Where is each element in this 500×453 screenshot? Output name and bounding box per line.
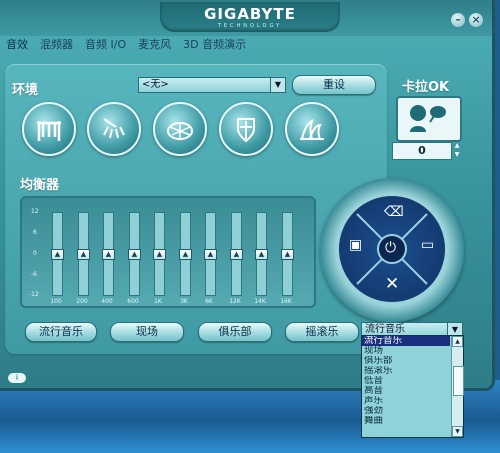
minimize-button[interactable]: – — [451, 13, 465, 27]
eq-freq-label: 600 — [127, 298, 139, 305]
preset-live-button[interactable]: 现场 — [110, 322, 184, 342]
armor-icon — [237, 118, 255, 143]
eq-slider-thumb[interactable]: ▲ — [281, 249, 294, 260]
tab-3d-demo[interactable]: 3D 音频演示 — [177, 36, 252, 54]
db-label: -6 — [31, 271, 37, 278]
eq-slider-thumb[interactable]: ▲ — [179, 249, 192, 260]
scroll-down-icon[interactable]: ▼ — [452, 426, 463, 437]
audio-manager-window: GIGABYTE TECHNOLOGY – × 音效 混频器 音频 I/O 麦克… — [0, 0, 495, 391]
shower-icon — [103, 118, 125, 139]
dropdown-option[interactable]: 摇滚乐 — [362, 366, 450, 376]
preset-pop-button[interactable]: 流行音乐 — [25, 322, 97, 342]
save-icon[interactable]: ▣ — [349, 237, 362, 253]
dropdown-option[interactable]: 声乐 — [362, 396, 450, 406]
open-folder-icon[interactable]: ▭ — [421, 237, 434, 253]
eq-freq-label: 400 — [101, 298, 113, 305]
environment-select-value: <无> — [142, 79, 169, 90]
environment-title: 环境 — [12, 83, 39, 98]
info-icon[interactable]: i — [8, 373, 26, 383]
dropdown-option[interactable]: 低音 — [362, 376, 450, 386]
dropdown-option[interactable]: 高音 — [362, 386, 450, 396]
env-shower-button[interactable] — [87, 102, 141, 156]
db-label: 12 — [31, 208, 39, 215]
eq-slider-thumb[interactable]: ▲ — [77, 249, 90, 260]
preset-club-button[interactable]: 俱乐部 — [198, 322, 272, 342]
power-icon[interactable]: ⏻ — [385, 240, 396, 256]
eq-preset-dropdown-list: 流行音乐 现场 俱乐部 摇滚乐 低音 高音 声乐 强劲 舞曲 ▲ ▼ — [361, 335, 464, 438]
close-button[interactable]: × — [469, 13, 483, 27]
tab-microphone[interactable]: 麦克风 — [132, 36, 177, 54]
environment-select[interactable]: <无> ▼ — [138, 77, 286, 93]
eq-freq-label: 100 — [50, 298, 62, 305]
dropdown-option[interactable]: 流行音乐 — [362, 336, 450, 346]
eq-slider-thumb[interactable]: ▲ — [255, 249, 268, 260]
eq-slider-thumb[interactable]: ▲ — [230, 249, 243, 260]
db-label: 6 — [33, 229, 37, 236]
preset-rock-button[interactable]: 摇滚乐 — [285, 322, 359, 342]
stadium-icon — [167, 122, 193, 140]
opera-house-icon — [300, 119, 324, 140]
karaoke-down-icon[interactable]: ▼ — [452, 151, 462, 159]
karaoke-up-icon[interactable]: ▲ — [452, 142, 462, 150]
eq-freq-label: 1K — [154, 298, 162, 305]
scroll-thumb[interactable] — [453, 366, 464, 396]
eq-slider-thumb[interactable]: ▲ — [153, 249, 166, 260]
tab-mixer[interactable]: 混频器 — [34, 36, 79, 54]
title-bar: GIGABYTE TECHNOLOGY – × — [0, 0, 492, 36]
karaoke-singer-icon — [410, 105, 446, 132]
eraser-icon[interactable]: ⌫ — [384, 204, 404, 220]
db-label: -12 — [29, 291, 39, 298]
dropdown-option[interactable]: 俱乐部 — [362, 356, 450, 366]
db-label: 0 — [33, 250, 37, 257]
eq-freq-label: 14K — [254, 298, 266, 305]
equalizer-box — [20, 196, 316, 308]
eq-slider-thumb[interactable]: ▲ — [204, 249, 217, 260]
delete-icon[interactable]: ✕ — [385, 274, 399, 294]
env-stadium-button[interactable] — [153, 102, 207, 156]
eq-freq-label: 16K — [280, 298, 292, 305]
gigabyte-logo: GIGABYTE TECHNOLOGY — [160, 2, 340, 32]
eq-slider-thumb[interactable]: ▲ — [128, 249, 141, 260]
eq-preset-select-value: 流行音乐 — [365, 324, 405, 335]
equalizer-title: 均衡器 — [20, 178, 60, 193]
control-center: ⌫ ▣ ▭ ⏻ ✕ — [339, 196, 445, 302]
dropdown-scrollbar[interactable]: ▲ ▼ — [451, 336, 464, 437]
env-armor-button[interactable] — [219, 102, 273, 156]
eq-freq-label: 3K — [180, 298, 188, 305]
chevron-down-icon: ▼ — [270, 78, 285, 92]
eq-freq-label: 200 — [76, 298, 88, 305]
bridge-icon — [37, 121, 61, 141]
reset-button[interactable]: 重设 — [292, 75, 376, 95]
karaoke-panel: 卡拉OK 0 ▲ ▼ — [392, 70, 464, 162]
dropdown-option[interactable]: 强劲 — [362, 406, 450, 416]
eq-slider-thumb[interactable]: ▲ — [102, 249, 115, 260]
env-bridge-button[interactable] — [22, 102, 76, 156]
eq-freq-label: 6K — [205, 298, 213, 305]
karaoke-toggle[interactable] — [396, 96, 462, 142]
scroll-up-icon[interactable]: ▲ — [452, 336, 463, 347]
dropdown-items: 流行音乐 现场 俱乐部 摇滚乐 低音 高音 声乐 强劲 舞曲 — [362, 336, 463, 426]
tab-sound-effects[interactable]: 音效 — [0, 36, 34, 54]
dropdown-option[interactable]: 舞曲 — [362, 416, 450, 426]
logo-brand: GIGABYTE — [204, 5, 296, 23]
eq-freq-label: 12K — [229, 298, 241, 305]
env-opera-button[interactable] — [285, 102, 339, 156]
eq-slider-thumb[interactable]: ▲ — [51, 249, 64, 260]
karaoke-title: 卡拉OK — [402, 80, 450, 95]
karaoke-value[interactable]: 0 — [392, 142, 452, 160]
tab-audio-io[interactable]: 音频 I/O — [79, 36, 132, 54]
tab-bar: 音效 混频器 音频 I/O 麦克风 3D 音频演示 — [0, 36, 492, 54]
dropdown-option[interactable]: 现场 — [362, 346, 450, 356]
logo-sub: TECHNOLOGY — [217, 23, 283, 29]
